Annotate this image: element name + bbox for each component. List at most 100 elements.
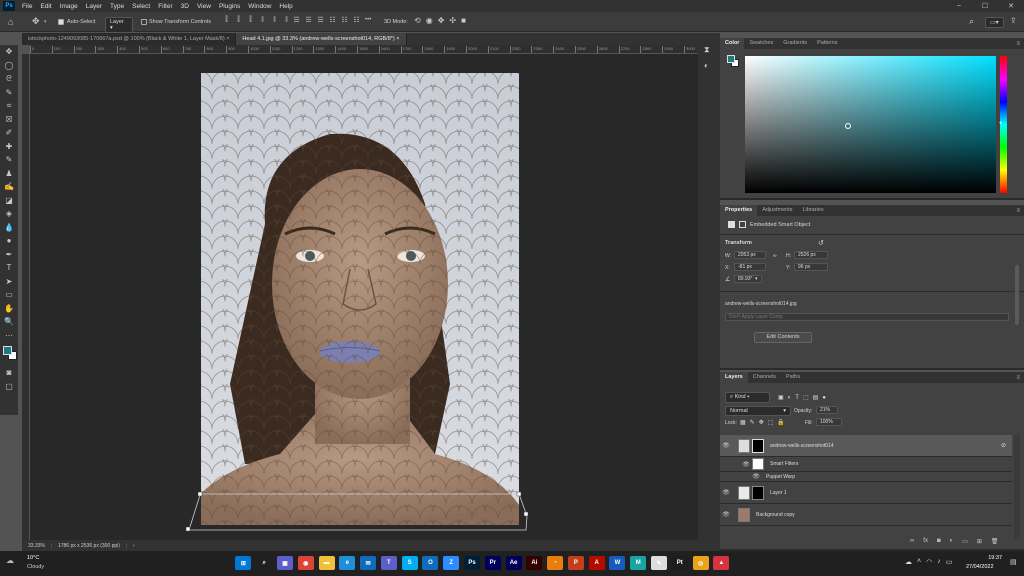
wifi-icon[interactable]: ◠ [926, 558, 932, 566]
move-tool-icon[interactable]: ✥ [0, 45, 18, 59]
weather-temp[interactable]: 10°C [27, 555, 39, 561]
distribute-middle-icon[interactable]: ☰ [304, 16, 313, 24]
layer-filter-select[interactable]: ⌕ Kind ▾ [725, 392, 770, 403]
notifications-icon[interactable]: ▤ [1010, 558, 1017, 566]
home-icon[interactable]: ⌂ [8, 17, 13, 27]
dodge-tool-icon[interactable]: ● [0, 234, 18, 248]
menu-3d[interactable]: 3D [177, 3, 193, 10]
keyshot-icon[interactable]: ◎ [692, 556, 709, 570]
link-dimensions-icon[interactable]: ∞ [773, 253, 777, 259]
filter-type-icon[interactable]: T [795, 395, 799, 401]
lasso-tool-icon[interactable]: ᘓ [0, 72, 18, 86]
filter-toggle-icon[interactable]: ● [822, 395, 826, 401]
type-tool-icon[interactable]: T [0, 261, 18, 275]
mail-icon[interactable]: ✉ [360, 556, 377, 570]
menu-layer[interactable]: Layer [82, 3, 106, 10]
history-brush-tool-icon[interactable]: ✍ [0, 180, 18, 194]
frame-tool-icon[interactable]: ☒ [0, 113, 18, 127]
reset-transform-icon[interactable]: ↺ [818, 239, 824, 247]
edit-toolbar-icon[interactable]: ⋯ [0, 329, 18, 343]
workspace-icon[interactable]: ▭▾ [985, 16, 1004, 28]
layer-name[interactable]: Layer 1 [770, 490, 787, 496]
menu-type[interactable]: Type [106, 3, 128, 10]
menu-plugins[interactable]: Plugins [215, 3, 244, 10]
mask-icon[interactable]: ◙ [937, 538, 941, 545]
marquee-tool-icon[interactable]: ◯ [0, 59, 18, 73]
tab-layers[interactable]: Layers [720, 372, 748, 383]
blend-mode-select[interactable]: Normal ▾ [725, 406, 791, 416]
layers-scrollbar[interactable] [1014, 435, 1020, 539]
auto-select-target-select[interactable]: Layer ▾ [105, 16, 133, 33]
slide-3d-icon[interactable]: ✣ [449, 16, 456, 25]
transform-handle[interactable] [516, 491, 522, 497]
rectangle-tool-icon[interactable]: ▭ [0, 288, 18, 302]
transform-handle[interactable] [523, 511, 529, 517]
show-hidden-icons-icon[interactable]: ˄ [917, 558, 921, 566]
edit-contents-button[interactable]: Edit Contents [754, 332, 812, 343]
hand-tool-icon[interactable]: ✋ [0, 302, 18, 316]
visibility-eye-icon[interactable]: 👁 [720, 511, 732, 518]
weather-desc[interactable]: Cloudy [27, 564, 44, 570]
layer-row-background-copy[interactable]: 👁 Background copy [720, 504, 1012, 526]
height-field[interactable]: 2526 px [794, 251, 828, 259]
lock-all-icon[interactable]: 🔒 [777, 419, 784, 426]
roll-3d-icon[interactable]: ◉ [426, 16, 433, 25]
fill-field[interactable]: 100% [816, 418, 842, 426]
distribute-top-icon[interactable]: ☰ [292, 16, 301, 24]
tab-paths[interactable]: Paths [781, 372, 805, 383]
brush-tool-icon[interactable]: ✎ [0, 153, 18, 167]
learn-panel-icon[interactable]: ◐ [704, 61, 709, 70]
zoom-icon[interactable]: Z [443, 556, 460, 570]
hue-slider-handle-icon[interactable]: ◂ [999, 120, 1002, 126]
file-explorer-icon[interactable]: ▬ [318, 556, 335, 570]
edge-icon[interactable]: e [339, 556, 356, 570]
tab-swatches[interactable]: Swatches [744, 38, 778, 49]
maximize-button[interactable]: ☐ [972, 2, 998, 10]
after-effects-icon[interactable]: Ae [505, 556, 522, 570]
layer-row-layer-1[interactable]: 👁 Layer 1 [720, 482, 1012, 504]
angle-dropdown-icon[interactable]: ▾ [755, 276, 758, 282]
layer-comp-select[interactable]: Don't Apply Layer Comp [725, 313, 1009, 321]
tab-patterns[interactable]: Patterns [812, 38, 842, 49]
menu-file[interactable]: File [18, 3, 36, 10]
layer-row-smart-object[interactable]: 👁 andrew-wells-screenshot014 ⊘ [720, 435, 1012, 457]
chrome-icon[interactable]: ◉ [297, 556, 314, 570]
tab-istockphoto[interactable]: istockphoto-1249093085-170667a.psd @ 100… [22, 33, 237, 45]
document-canvas[interactable] [30, 54, 698, 540]
foreground-swatch[interactable] [727, 55, 735, 63]
acrobat-icon[interactable]: A [588, 556, 605, 570]
paint-bucket-tool-icon[interactable]: ◈ [0, 207, 18, 221]
powerpoint-icon[interactable]: P [567, 556, 584, 570]
panel-menu-icon[interactable]: ≡ [1016, 375, 1020, 381]
status-menu-arrow-icon[interactable]: › [127, 543, 141, 549]
clock-date[interactable]: 27/04/2022 [966, 564, 994, 570]
search-icon[interactable]: ⌕ [256, 556, 273, 570]
align-bottom-icon[interactable]: ⫾ [282, 16, 291, 24]
clock-time[interactable]: 19:37 [982, 555, 1002, 561]
photoshop-icon[interactable]: Ps [463, 556, 480, 570]
canvas-area[interactable] [30, 54, 698, 540]
filter-adjustment-icon[interactable]: ◐ [788, 395, 792, 401]
eraser-tool-icon[interactable]: ◪ [0, 194, 18, 208]
align-center-icon[interactable]: ⫿ [234, 16, 243, 24]
group-icon[interactable]: ▭ [962, 538, 968, 545]
layer-name[interactable]: Background copy [756, 512, 795, 518]
word-icon[interactable]: W [609, 556, 626, 570]
align-middle-icon[interactable]: ⫾ [270, 16, 279, 24]
volume-icon[interactable]: ♪ [937, 558, 941, 566]
lock-artboard-icon[interactable]: ⬚ [768, 419, 774, 426]
pycharm-icon[interactable]: Pt [671, 556, 688, 570]
maya-icon[interactable]: M [630, 556, 647, 570]
visibility-eye-icon[interactable]: 👁 [750, 473, 762, 480]
align-top-icon[interactable]: ⫾ [258, 16, 267, 24]
tab-close-icon[interactable]: × [226, 36, 229, 42]
illustrator-icon[interactable]: Ai [526, 556, 543, 570]
more-options-button[interactable]: ••• [365, 17, 371, 23]
eyedropper-tool-icon[interactable]: ✐ [0, 126, 18, 140]
visibility-eye-icon[interactable]: 👁 [720, 442, 732, 449]
tab-channels[interactable]: Channels [748, 372, 781, 383]
transform-handle[interactable] [197, 491, 203, 497]
clone-stamp-tool-icon[interactable]: ♟ [0, 167, 18, 181]
orbit-3d-icon[interactable]: ⟲ [414, 16, 421, 25]
pan-3d-icon[interactable]: ✥ [438, 16, 445, 25]
